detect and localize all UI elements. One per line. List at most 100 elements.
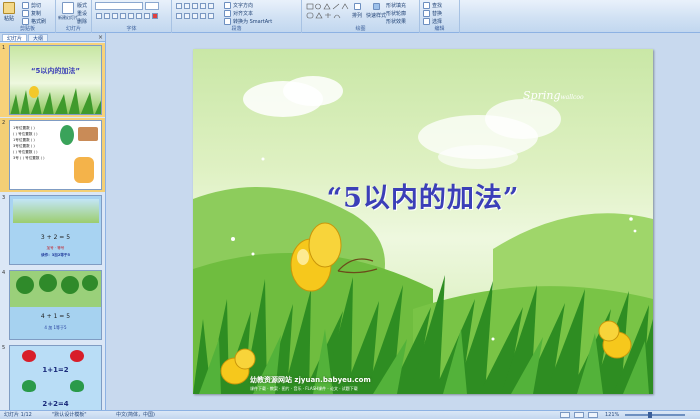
shape-fill-button[interactable]: 形状填充: [386, 2, 406, 9]
clipboard-group-label: 剪贴板: [19, 26, 35, 32]
bold-icon[interactable]: [96, 13, 102, 19]
bullets-icon[interactable]: [176, 3, 182, 9]
editing-group-label: 编辑: [434, 26, 445, 32]
zoom-slider-thumb[interactable]: [648, 412, 652, 418]
thumbnail-1-art: [10, 86, 101, 114]
paragraph-group: 文字方向 对齐文本 转换为 SmartArt 段落: [172, 0, 302, 33]
italic-icon[interactable]: [104, 13, 110, 19]
slide-panel: 幻灯片 大纲 × 1 “5以内的加法” 2 1号位置数 ( ) ( ) 号位置数…: [0, 33, 106, 410]
close-icon[interactable]: ×: [98, 34, 103, 41]
find-button[interactable]: 查找: [423, 2, 442, 9]
drawing-group: 排列 快速样式 形状填充 形状轮廓 形状效果 绘图: [302, 0, 420, 33]
align-center-icon[interactable]: [184, 13, 190, 19]
font-color-icon[interactable]: [152, 13, 158, 19]
slide-thumbnail-1[interactable]: 1 “5以内的加法”: [0, 43, 105, 117]
slide-background-art: [193, 76, 653, 394]
shadow-icon[interactable]: [128, 13, 134, 19]
arrange-button[interactable]: 排列: [352, 3, 362, 19]
reset-button[interactable]: 重设: [77, 10, 87, 17]
spring-watermark: Springwallcoo: [523, 89, 584, 102]
apple-icon: [22, 350, 36, 362]
align-text-icon: [224, 10, 231, 17]
slide-thumbnail-4[interactable]: 4 4 + 1 = 5 4 加 1等于5: [0, 268, 105, 342]
smartart-icon: [224, 18, 231, 25]
current-slide[interactable]: Springwallcoo “5以内的加法” 幼教资源网站 zjyuan.bab…: [193, 49, 653, 394]
increase-indent-icon[interactable]: [200, 3, 206, 9]
copy-button[interactable]: 复制: [22, 10, 41, 17]
binoculars-icon: [423, 2, 430, 9]
delete-button[interactable]: 删除: [77, 18, 87, 25]
replace-button[interactable]: 替换: [423, 10, 442, 17]
slide-title[interactable]: “5以内的加法”: [193, 176, 653, 215]
shape-outline-button[interactable]: 形状轮廓: [386, 10, 406, 17]
align-left-icon[interactable]: [176, 13, 182, 19]
quick-styles-button[interactable]: 快速样式: [366, 3, 386, 19]
thumbnail-2-leaf: [60, 125, 74, 145]
ribbon: 粘贴 剪切 复制 格式刷 剪贴板 新建幻灯片 版式 重设 删除 幻灯片 字体 文…: [0, 0, 700, 33]
thumbnail-4-trees: [10, 271, 101, 307]
decrease-indent-icon[interactable]: [192, 3, 198, 9]
spacing-icon[interactable]: [136, 13, 142, 19]
strikethrough-icon[interactable]: [120, 13, 126, 19]
paragraph-group-label: 段落: [231, 26, 242, 32]
slides-group: 新建幻灯片 版式 重设 删除 幻灯片: [56, 0, 92, 33]
language-indicator[interactable]: 中文(简体，中国): [116, 411, 155, 419]
smartart-button[interactable]: 转换为 SmartArt: [224, 18, 272, 25]
shape-effects-button[interactable]: 形状效果: [386, 18, 406, 25]
slides-group-label: 幻灯片: [65, 26, 81, 32]
select-button[interactable]: 选择: [423, 18, 442, 25]
leaf-icon: [70, 380, 84, 392]
slideshow-icon[interactable]: [588, 412, 598, 418]
normal-view-icon[interactable]: [560, 412, 570, 418]
editing-group: 查找 替换 选择 编辑: [420, 0, 460, 33]
align-right-icon[interactable]: [192, 13, 198, 19]
tab-outline[interactable]: 大纲: [28, 34, 49, 42]
align-text-button[interactable]: 对齐文本: [224, 10, 253, 17]
slide-footer-sub: 课件下载 · 教案 · 图片 · 音乐 · FLASH课件 · 论文 · 试题下…: [250, 386, 358, 391]
thumbnail-2-lines: 1号位置数 ( ) ( ) 号位置数 ( ) 1号位置数 ( ) 3号位置数 (…: [13, 126, 45, 160]
replace-icon: [423, 10, 430, 17]
paste-button[interactable]: 粘贴: [3, 2, 15, 22]
thumbnail-2-preview: 1号位置数 ( ) ( ) 号位置数 ( ) 1号位置数 ( ) 3号位置数 (…: [9, 120, 102, 190]
shapes-gallery[interactable]: [306, 3, 350, 21]
new-slide-button[interactable]: 新建幻灯片: [58, 2, 78, 21]
thumbnail-4-preview: 4 + 1 = 5 4 加 1等于5: [9, 270, 102, 340]
slide-thumbnail-3[interactable]: 3 3 + 2 = 5 加号 · 等号 读作：3加2等于5: [0, 193, 105, 267]
slide-thumbnail-5[interactable]: 5 1+1=2 2+2=4: [0, 343, 105, 410]
layout-button[interactable]: 版式: [77, 2, 87, 9]
thumbnail-1-preview: “5以内的加法”: [9, 45, 102, 115]
zoom-level[interactable]: 121%: [605, 411, 619, 419]
text-direction-button[interactable]: 文字方向: [224, 2, 253, 9]
status-bar: 幻灯片 1/12 "默认设计模板" 中文(简体，中国) 121%: [0, 410, 700, 419]
font-name-box[interactable]: [95, 2, 143, 10]
brush-icon: [22, 18, 29, 25]
thumbnail-3-preview: 3 + 2 = 5 加号 · 等号 读作：3加2等于5: [9, 195, 102, 265]
line-spacing-icon[interactable]: [208, 3, 214, 9]
numbering-icon[interactable]: [184, 3, 190, 9]
slide-thumbnail-2[interactable]: 2 1号位置数 ( ) ( ) 号位置数 ( ) 1号位置数 ( ) 3号位置数…: [0, 118, 105, 192]
font-group: 字体: [92, 0, 172, 33]
thumbnail-2-picture-1: [78, 127, 98, 141]
thumbnail-5-preview: 1+1=2 2+2=4: [9, 345, 102, 410]
copy-icon: [22, 10, 29, 17]
format-painter-button[interactable]: 格式刷: [22, 18, 46, 25]
slide-count: 幻灯片 1/12: [4, 412, 32, 418]
slide-sorter-icon[interactable]: [574, 412, 584, 418]
font-size-box[interactable]: [145, 2, 159, 10]
cursor-icon: [423, 18, 430, 25]
scissors-icon: [22, 2, 29, 9]
columns-icon[interactable]: [208, 13, 214, 19]
new-slide-icon: [62, 2, 74, 14]
slide-editor: Springwallcoo “5以内的加法” 幼教资源网站 zjyuan.bab…: [106, 33, 700, 410]
drawing-group-label: 绘图: [355, 26, 366, 32]
cut-button[interactable]: 剪切: [22, 2, 41, 9]
quick-styles-icon: [372, 3, 380, 10]
thumbnail-3-scene: [13, 199, 99, 223]
paste-icon: [3, 2, 15, 14]
zoom-slider[interactable]: [625, 414, 685, 416]
font-group-label: 字体: [126, 26, 137, 32]
justify-icon[interactable]: [200, 13, 206, 19]
change-case-icon[interactable]: [144, 13, 150, 19]
underline-icon[interactable]: [112, 13, 118, 19]
tab-slides[interactable]: 幻灯片: [2, 34, 28, 42]
